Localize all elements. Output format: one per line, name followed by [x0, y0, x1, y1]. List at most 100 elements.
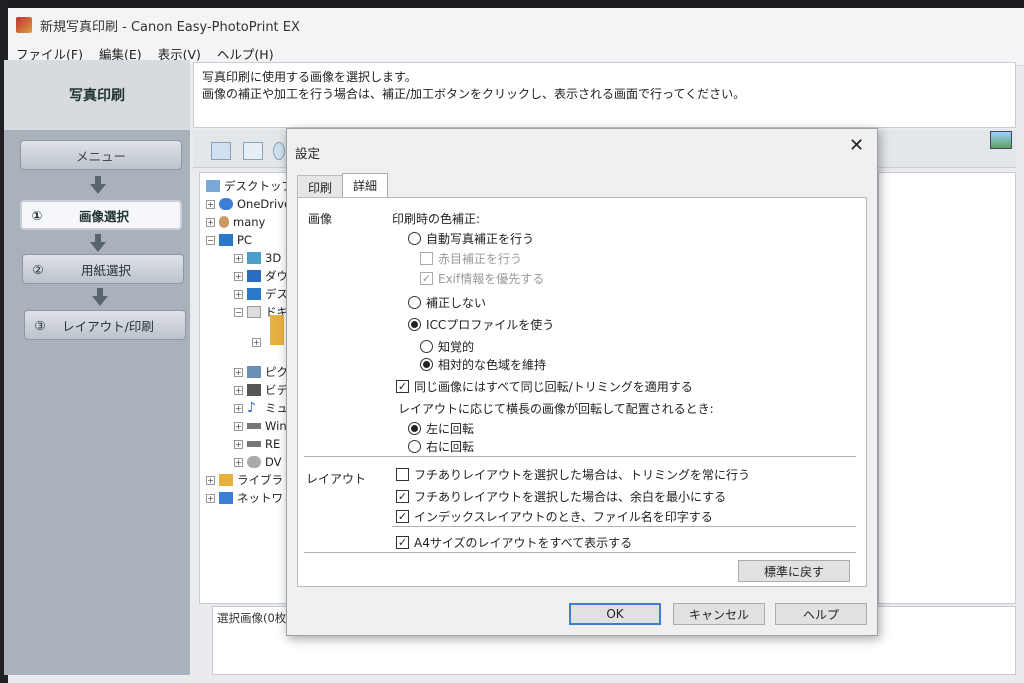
divider — [304, 456, 856, 457]
radio-button[interactable] — [408, 440, 421, 453]
expand-icon[interactable]: + — [206, 493, 215, 503]
tree-item-network[interactable]: + ネットワ — [206, 489, 283, 507]
collapse-icon[interactable]: − — [234, 307, 243, 317]
step-panel: 写真印刷 メニュー ① 画像選択 ② 用紙選択 ③ レイアウト/印刷 — [4, 60, 190, 675]
checkbox-a4-all[interactable]: ✓ A4サイズのレイアウトをすべて表示する — [396, 534, 632, 551]
tree-item-user[interactable]: + many — [206, 213, 265, 231]
tree-item-3d[interactable]: +3D — [234, 249, 281, 267]
tab-print[interactable]: 印刷 — [297, 175, 344, 197]
tree-item-desktop2[interactable]: + デス — [234, 285, 288, 303]
checkbox-exif[interactable]: ✓ Exif情報を優先する — [420, 270, 544, 287]
tree-label: ピク — [265, 365, 288, 379]
tree-item-libraries[interactable]: + ライブラ — [206, 471, 283, 489]
checkbox-min-margin[interactable]: ✓ フチありレイアウトを選択した場合は、余白を最小にする — [396, 488, 726, 505]
down-arrow-icon — [92, 288, 108, 306]
step-paper-select[interactable]: ② 用紙選択 — [22, 254, 184, 284]
zoom-icon[interactable] — [273, 142, 285, 160]
instruction-box: 写真印刷に使用する画像を選択します。 画像の補正や加工を行う場合は、補正/加工ボ… — [193, 62, 1016, 128]
radio-button[interactable] — [408, 318, 421, 331]
close-icon[interactable]: ✕ — [849, 135, 864, 156]
tree-label: OneDrive — [237, 197, 291, 211]
checkbox-trim-bordered[interactable]: フチありレイアウトを選択した場合は、トリミングを常に行う — [396, 466, 750, 483]
user-icon — [219, 216, 229, 228]
option-label: インデックスレイアウトのとき、ファイル名を印字する — [414, 510, 713, 524]
help-button[interactable]: ヘルプ — [775, 603, 867, 625]
document-icon — [247, 306, 261, 318]
download-icon — [247, 270, 261, 282]
folder-icon — [270, 315, 284, 345]
tree-item-dvd[interactable]: + DV — [234, 453, 282, 471]
tree-item-downloads[interactable]: + ダウ — [234, 267, 288, 285]
checkbox-same-rotate[interactable]: ✓ 同じ画像にはすべて同じ回転/トリミングを適用する — [396, 378, 693, 395]
tab-advanced[interactable]: 詳細 — [342, 173, 389, 197]
checkbox[interactable]: ✓ — [396, 536, 409, 549]
expand-icon[interactable]: + — [234, 385, 243, 395]
expand-icon[interactable]: + — [234, 457, 243, 467]
checkbox[interactable]: ✓ — [396, 510, 409, 523]
tree-item-onedrive[interactable]: + OneDrive — [206, 195, 291, 213]
radio-button[interactable] — [420, 358, 433, 371]
radio-button[interactable] — [408, 232, 421, 245]
expand-icon[interactable]: + — [234, 367, 243, 377]
radio-perceptual[interactable]: 知覚的 — [420, 338, 474, 355]
tree-item-pc[interactable]: − PC — [206, 231, 252, 249]
expand-icon[interactable]: + — [234, 289, 243, 299]
music-icon: ♪ — [247, 400, 256, 416]
dialog-title: 設定 — [295, 146, 321, 161]
step-label: 画像選択 — [78, 208, 129, 224]
ok-button[interactable]: OK — [569, 603, 661, 625]
radio-button[interactable] — [408, 296, 421, 309]
cancel-button[interactable]: キャンセル — [673, 603, 765, 625]
tree-item-music[interactable]: + ♪ ミュ — [234, 399, 288, 417]
expand-icon[interactable]: + — [206, 217, 215, 227]
expand-icon[interactable]: + — [206, 199, 215, 209]
menu-button[interactable]: メニュー — [20, 140, 182, 170]
radio-auto-correct[interactable]: 自動写真補正を行う — [408, 230, 534, 247]
checkbox[interactable] — [396, 468, 409, 481]
tree-item-videos[interactable]: + ビデ — [234, 381, 288, 399]
expand-icon[interactable]: + — [234, 403, 243, 413]
expand-icon[interactable]: + — [234, 421, 243, 431]
checkbox-redeye[interactable]: 赤目補正を行う — [420, 250, 522, 267]
tree-item-pictures[interactable]: + ピク — [234, 363, 288, 381]
menu-help[interactable]: ヘルプ(H) — [209, 44, 282, 63]
radio-rotate-left[interactable]: 左に回転 — [408, 420, 474, 437]
step-image-select[interactable]: ① 画像選択 — [20, 200, 182, 230]
radio-icc-profile[interactable]: ICCプロファイルを使う — [408, 316, 554, 333]
radio-button[interactable] — [420, 340, 433, 353]
tree-label: RE — [265, 437, 281, 451]
radio-no-correct[interactable]: 補正しない — [408, 294, 486, 311]
computer-icon — [219, 234, 233, 246]
radio-relative-colorimetric[interactable]: 相対的な色域を維持 — [420, 356, 546, 373]
tree-item-windows[interactable]: + Win — [234, 417, 287, 435]
restore-defaults-button[interactable]: 標準に戻す — [738, 560, 850, 582]
option-label: 同じ画像にはすべて同じ回転/トリミングを適用する — [414, 380, 693, 394]
expand-icon[interactable]: + — [234, 439, 243, 449]
advanced-tab-panel: 画像 印刷時の色補正: 自動写真補正を行う 赤目補正を行う ✓ Exif情報を優… — [297, 197, 867, 587]
tree-label: Win — [265, 419, 287, 433]
expand-icon[interactable]: + — [234, 271, 243, 281]
checkbox-index-filename[interactable]: ✓ インデックスレイアウトのとき、ファイル名を印字する — [396, 508, 713, 525]
checkbox[interactable]: ✓ — [420, 272, 433, 285]
expand-icon[interactable]: + — [234, 253, 243, 263]
radio-button[interactable] — [408, 422, 421, 435]
step-layout-print[interactable]: ③ レイアウト/印刷 — [24, 310, 186, 340]
collapse-icon[interactable]: − — [206, 235, 215, 245]
grid-view-icon[interactable] — [211, 142, 231, 160]
option-label: 相対的な色域を維持 — [438, 358, 547, 372]
instruction-line: 写真印刷に使用する画像を選択します。 — [202, 70, 417, 84]
expand-icon[interactable]: + — [206, 475, 215, 485]
tree-item-subfolder[interactable]: + — [252, 333, 265, 351]
expand-icon[interactable]: + — [252, 337, 261, 347]
checkbox[interactable]: ✓ — [396, 490, 409, 503]
option-label: 知覚的 — [438, 340, 475, 354]
checkbox[interactable]: ✓ — [396, 380, 409, 393]
thumbnail-view-icon[interactable] — [243, 142, 263, 160]
tree-item-desktop[interactable]: デスクトップ — [206, 177, 290, 195]
pictures-icon — [247, 366, 261, 378]
tree-item-recovery[interactable]: + RE — [234, 435, 280, 453]
option-label: 右に回転 — [426, 440, 475, 454]
checkbox[interactable] — [420, 252, 433, 265]
radio-rotate-right[interactable]: 右に回転 — [408, 438, 474, 455]
large-thumbnail-icon[interactable] — [990, 131, 1012, 149]
